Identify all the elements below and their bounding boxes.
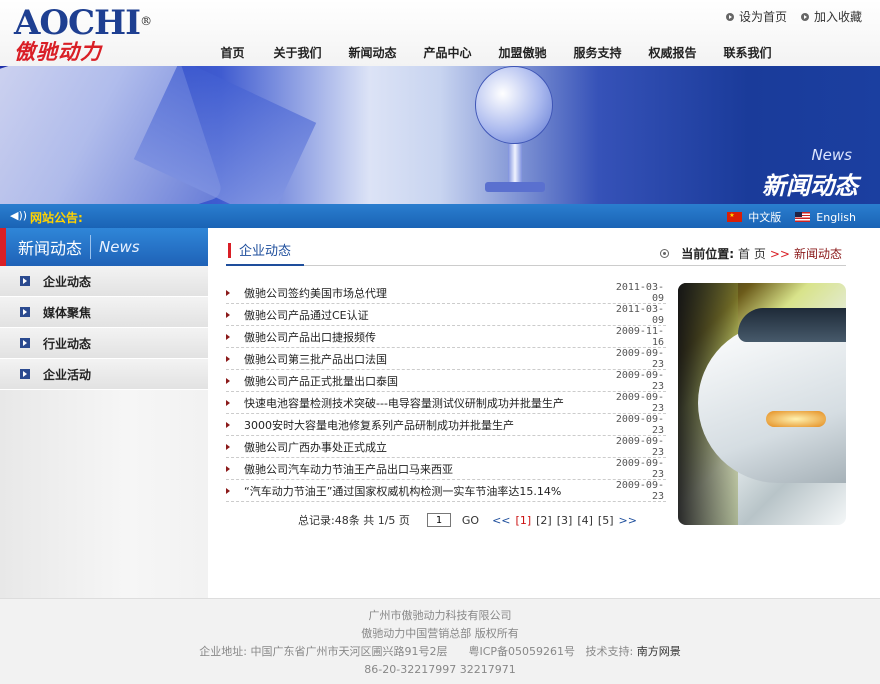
main-nav: 首页 关于我们 新闻动态 产品中心 加盟傲驰 服务支持 权威报告 联系我们 bbox=[205, 44, 785, 61]
notice-bar: ◀)) 网站公告: 中文版 English bbox=[0, 204, 880, 228]
triangle-bullet-icon bbox=[226, 289, 230, 296]
top-links: 设为首页 加入收藏 bbox=[725, 8, 862, 25]
footer-phones: 86-20-32217997 32217971 bbox=[364, 663, 516, 676]
globe-image bbox=[475, 66, 553, 144]
page-number-input[interactable] bbox=[426, 513, 451, 527]
list-item[interactable]: 3000安时大容量电池修复系列产品研制成功并批量生产 2009-09-23 bbox=[226, 414, 666, 436]
nav-join[interactable]: 加盟傲驰 bbox=[485, 44, 560, 61]
triangle-bullet-icon bbox=[226, 487, 230, 494]
page-link-4[interactable]: [4] bbox=[577, 514, 593, 527]
footer-address-line: 企业地址: 中国广东省广州市天河区圃兴路91号2层 粤ICP备05059261号… bbox=[0, 643, 880, 661]
arrow-square-icon bbox=[20, 307, 30, 317]
pagination: 总记录:48条 共 1/5 页 GO << [1] [2] [3] [4] [5… bbox=[298, 512, 637, 528]
sidebar-item-company-events[interactable]: 企业活动 bbox=[0, 359, 208, 390]
arrow-square-icon bbox=[20, 338, 30, 348]
site-header: AOCHI® 傲驰动力 设为首页 加入收藏 首页 关于我们 新闻动态 产品中心 … bbox=[0, 0, 880, 66]
list-item[interactable]: “汽车动力节油王”通过国家权威机构检测一实车节油率达15.14% 2009-09-… bbox=[226, 480, 666, 502]
nav-news[interactable]: 新闻动态 bbox=[335, 44, 410, 61]
footer-icp: 粤ICP备05059261号 bbox=[468, 645, 575, 658]
triangle-bullet-icon bbox=[226, 333, 230, 340]
footer-company: 广州市傲驰动力科技有限公司 bbox=[368, 609, 512, 622]
sidebar: 新闻动态 News 企业动态 媒体聚焦 行业动态 企业活动 bbox=[0, 228, 208, 598]
banner-title-cn: 新闻动态 bbox=[762, 171, 858, 200]
list-item[interactable]: 傲驰公司第三批产品出口法国 2009-09-23 bbox=[226, 348, 666, 370]
sidebar-title-cn: 新闻动态 bbox=[18, 235, 92, 259]
notice-title: 网站公告: bbox=[30, 211, 83, 225]
arrow-circle-icon bbox=[800, 12, 809, 21]
list-item[interactable]: 傲驰公司产品通过CE认证 2011-03-09 bbox=[226, 304, 666, 326]
logo[interactable]: AOCHI® 傲驰动力 bbox=[14, 6, 164, 64]
nav-contact[interactable]: 联系我们 bbox=[710, 44, 785, 61]
news-list: 傲驰公司签约美国市场总代理 2011-03-09 傲驰公司产品通过CE认证 2011… bbox=[226, 282, 666, 502]
go-button[interactable]: GO bbox=[462, 514, 479, 527]
list-item[interactable]: 傲驰公司产品出口捷报频传 2009-11-16 bbox=[226, 326, 666, 348]
footer-support-label: 技术支持: bbox=[585, 645, 634, 658]
page-link-2[interactable]: [2] bbox=[536, 514, 552, 527]
nav-reports[interactable]: 权威报告 bbox=[635, 44, 710, 61]
list-item[interactable]: 傲驰公司广西办事处正式成立 2009-09-23 bbox=[226, 436, 666, 458]
arrow-square-icon bbox=[20, 369, 30, 379]
next-page-link[interactable]: >> bbox=[619, 514, 637, 527]
page-link-1[interactable]: [1] bbox=[516, 514, 532, 527]
banner-title-en: News bbox=[811, 146, 852, 164]
sidebar-item-media-focus[interactable]: 媒体聚焦 bbox=[0, 297, 208, 328]
header-divider bbox=[304, 265, 846, 266]
triangle-bullet-icon bbox=[226, 311, 230, 318]
train-image bbox=[678, 283, 846, 525]
breadcrumb-current: 新闻动态 bbox=[793, 247, 842, 261]
breadcrumb-home-link[interactable]: 首 页 bbox=[738, 245, 766, 262]
triangle-bullet-icon bbox=[226, 443, 230, 450]
china-flag-icon bbox=[727, 212, 743, 222]
footer-support-link[interactable]: 南方网景 bbox=[637, 645, 681, 658]
registered-mark: ® bbox=[140, 14, 152, 28]
nav-about[interactable]: 关于我们 bbox=[260, 44, 335, 61]
list-item[interactable]: 傲驰公司汽车动力节油王产品出口马来西亚 2009-09-23 bbox=[226, 458, 666, 480]
breadcrumb-label: 当前位置: bbox=[681, 247, 735, 261]
triangle-bullet-icon bbox=[226, 399, 230, 406]
globe-base-image bbox=[485, 182, 545, 192]
section-header: 企业动态 当前位置: 首 页 >> 新闻动态 bbox=[226, 240, 846, 266]
page-link-3[interactable]: [3] bbox=[557, 514, 573, 527]
speaker-icon: ◀)) bbox=[10, 209, 28, 222]
lang-english-link[interactable]: English bbox=[795, 211, 856, 224]
triangle-bullet-icon bbox=[226, 377, 230, 384]
sidebar-item-company-news[interactable]: 企业动态 bbox=[0, 266, 208, 297]
section-title: 企业动态 bbox=[226, 240, 304, 266]
logo-text-en: AOCHI bbox=[14, 3, 141, 43]
arrow-square-icon bbox=[20, 276, 30, 286]
list-item[interactable]: 傲驰公司产品正式批量出口泰国 2009-09-23 bbox=[226, 370, 666, 392]
breadcrumb-separator: >> bbox=[769, 246, 790, 261]
logo-text-cn: 傲驰动力 bbox=[14, 40, 102, 64]
triangle-bullet-icon bbox=[226, 355, 230, 362]
prev-page-link[interactable]: << bbox=[492, 514, 510, 527]
nav-service[interactable]: 服务支持 bbox=[560, 44, 635, 61]
sidebar-item-industry-news[interactable]: 行业动态 bbox=[0, 328, 208, 359]
lang-chinese-link[interactable]: 中文版 bbox=[727, 209, 781, 225]
sidebar-header: 新闻动态 News bbox=[0, 228, 208, 266]
pagination-summary: 总记录:48条 共 1/5 页 bbox=[298, 514, 410, 527]
target-icon bbox=[660, 249, 670, 258]
footer-address: 企业地址: 中国广东省广州市天河区圃兴路91号2层 bbox=[199, 645, 448, 658]
list-item[interactable]: 快速电池容量检测技术突破---电导容量测试仪研制成功并批量生产 2009-09-2… bbox=[226, 392, 666, 414]
nav-home[interactable]: 首页 bbox=[205, 44, 260, 61]
language-switch: 中文版 English bbox=[727, 209, 856, 225]
arrow-circle-icon bbox=[725, 12, 734, 21]
breadcrumb: 当前位置: 首 页 >> 新闻动态 bbox=[660, 245, 842, 262]
sidebar-title-en: News bbox=[99, 238, 140, 256]
nav-products[interactable]: 产品中心 bbox=[410, 44, 485, 61]
page-link-5[interactable]: [5] bbox=[598, 514, 614, 527]
us-flag-icon bbox=[795, 212, 811, 222]
set-homepage-link[interactable]: 设为首页 bbox=[725, 8, 787, 25]
footer-rights: 傲驰动力中国营销总部 版权所有 bbox=[361, 627, 519, 640]
add-favorite-link[interactable]: 加入收藏 bbox=[800, 8, 862, 25]
triangle-bullet-icon bbox=[226, 465, 230, 472]
triangle-bullet-icon bbox=[226, 421, 230, 428]
list-item[interactable]: 傲驰公司签约美国市场总代理 2011-03-09 bbox=[226, 282, 666, 304]
site-footer: 广州市傲驰动力科技有限公司 傲驰动力中国营销总部 版权所有 企业地址: 中国广东… bbox=[0, 598, 880, 684]
main-content: 企业动态 当前位置: 首 页 >> 新闻动态 傲驰公司签约美国市场总代理 2011… bbox=[226, 228, 846, 598]
banner: News 新闻动态 bbox=[0, 66, 880, 204]
